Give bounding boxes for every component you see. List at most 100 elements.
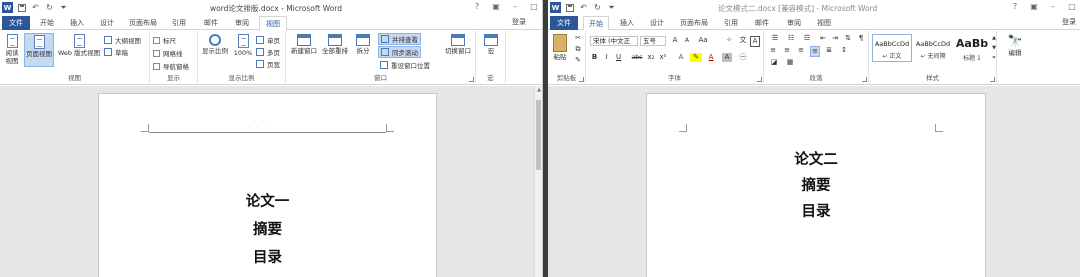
tab-page-layout[interactable]: 页面布局 — [675, 16, 713, 30]
character-shading-icon[interactable]: A — [722, 53, 732, 62]
align-right-icon[interactable]: ≡ — [796, 46, 806, 55]
grow-font-button[interactable]: A — [670, 36, 680, 45]
tab-design[interactable]: 设计 — [94, 16, 120, 30]
phonetic-guide-icon[interactable]: 文 — [738, 36, 748, 45]
undo-icon[interactable]: ↶ — [579, 3, 588, 12]
maximize-icon[interactable]: □ — [1067, 1, 1077, 13]
text-effects-icon[interactable]: A — [676, 53, 686, 62]
justify-icon[interactable]: ≡ — [810, 46, 820, 57]
font-launcher-icon[interactable] — [757, 77, 762, 82]
decrease-indent-icon[interactable]: ⇤ — [818, 34, 828, 43]
left-document-area[interactable]: ··· 论文一 摘要 目录 ▲ — [0, 86, 542, 277]
minimize-icon[interactable]: – — [510, 1, 520, 13]
gridlines-checkbox[interactable]: 网格线 — [153, 48, 183, 58]
tab-review[interactable]: 审阅 — [781, 16, 807, 30]
tab-review[interactable]: 审阅 — [229, 16, 255, 30]
sign-in-link[interactable]: 登录 — [1062, 17, 1076, 27]
customize-qat-icon[interactable]: ⏷ — [607, 3, 616, 12]
right-document-area[interactable]: 论文二 摘要 目录 — [548, 86, 1080, 277]
arrange-all-button[interactable]: 全部重排 — [320, 34, 350, 55]
left-vertical-scrollbar[interactable]: ▲ — [534, 86, 542, 277]
borders-icon[interactable]: ▦ — [784, 58, 796, 67]
align-left-icon[interactable]: ≡ — [768, 46, 778, 55]
shading-icon[interactable]: ◪ — [768, 58, 780, 67]
sign-in-link[interactable]: 登录 — [512, 17, 526, 27]
tab-page-layout[interactable]: 页面布局 — [125, 16, 161, 30]
ribbon-display-icon[interactable]: ▣ — [491, 1, 501, 13]
tab-view[interactable]: 视图 — [811, 16, 837, 30]
numbering-icon[interactable]: ☷ — [784, 34, 798, 43]
help-icon[interactable]: ? — [1010, 1, 1020, 13]
tab-mailings[interactable]: 邮件 — [749, 16, 775, 30]
redo-icon[interactable]: ↻ — [593, 3, 602, 12]
align-center-icon[interactable]: ≡ — [782, 46, 792, 55]
format-painter-icon[interactable]: ✎ — [573, 56, 583, 65]
page-width-button[interactable]: 页宽 — [256, 59, 280, 69]
switch-windows-button[interactable]: 切换窗口 — [442, 34, 474, 55]
help-icon[interactable]: ? — [472, 1, 482, 13]
sort-icon[interactable]: ⇅ — [842, 34, 854, 43]
font-size-select[interactable]: 五号 — [640, 36, 666, 46]
superscript-button[interactable]: x² — [658, 53, 668, 62]
view-side-by-side-button[interactable]: 并排查看 — [378, 33, 421, 45]
synchronous-scrolling-button[interactable]: 同步滚动 — [378, 46, 421, 58]
customize-qat-icon[interactable]: ⏷ — [59, 3, 68, 12]
reset-window-position-button[interactable]: 重设窗口位置 — [380, 60, 430, 70]
scroll-up-icon[interactable]: ▲ — [535, 86, 542, 94]
right-document-page[interactable]: 论文二 摘要 目录 — [646, 93, 986, 277]
left-document-page[interactable]: ··· 论文一 摘要 目录 — [98, 93, 437, 277]
tab-home[interactable]: 开始 — [583, 16, 609, 31]
maximize-icon[interactable]: □ — [529, 1, 539, 13]
line-spacing-icon[interactable]: ↕ — [838, 46, 850, 55]
word-logo-icon[interactable]: W — [2, 2, 13, 13]
italic-button[interactable]: I — [602, 53, 611, 62]
print-layout-button[interactable]: 页面视图 — [24, 33, 54, 67]
styles-scroll-up-icon[interactable]: ▲ — [991, 34, 997, 43]
tab-file[interactable]: 文件 — [550, 16, 578, 30]
highlight-color-icon[interactable]: ✎ — [690, 53, 702, 62]
editing-button[interactable]: 🔭 编辑 — [1004, 34, 1026, 57]
multiple-pages-button[interactable]: 多页 — [256, 47, 280, 57]
distributed-icon[interactable]: ≣ — [824, 46, 834, 55]
clear-formatting-icon[interactable]: ✧ — [724, 36, 734, 45]
bullets-icon[interactable]: ☰ — [768, 34, 782, 43]
word-logo-icon[interactable]: W — [550, 2, 561, 13]
change-case-button[interactable]: Aa — [696, 36, 710, 45]
copy-icon[interactable]: ⧉ — [573, 45, 583, 54]
enclose-characters-icon[interactable]: ㊀ — [738, 53, 748, 62]
tab-references[interactable]: 引用 — [166, 16, 192, 30]
minimize-icon[interactable]: – — [1048, 1, 1058, 13]
tab-mailings[interactable]: 邮件 — [198, 16, 224, 30]
style-no-spacing[interactable]: AaBbCcDd ↵ 无间隔 — [913, 34, 953, 62]
styles-scroll-down-icon[interactable]: ▼ — [991, 44, 997, 53]
cut-icon[interactable]: ✂ — [573, 34, 583, 43]
tab-file[interactable]: 文件 — [2, 16, 30, 30]
web-layout-button[interactable]: Web 版式视图 — [56, 34, 102, 57]
draft-button[interactable]: 草稿 — [104, 47, 128, 57]
one-page-button[interactable]: 单页 — [256, 35, 280, 45]
zoom-100-button[interactable]: 100% — [232, 34, 254, 57]
zoom-button[interactable]: 显示比例 — [200, 34, 230, 55]
scroll-thumb[interactable] — [536, 100, 541, 170]
split-button[interactable]: 拆分 — [352, 34, 374, 55]
underline-button[interactable]: U — [614, 53, 623, 62]
strikethrough-button[interactable]: abc — [630, 53, 644, 62]
tab-insert[interactable]: 插入 — [64, 16, 90, 30]
read-mode-button[interactable]: 阅读视图 — [2, 34, 22, 65]
save-icon[interactable] — [18, 3, 26, 12]
font-color-icon[interactable]: A — [706, 53, 716, 62]
multilevel-list-icon[interactable]: ☲ — [800, 34, 814, 43]
macros-button[interactable]: 宏 — [480, 34, 502, 55]
redo-icon[interactable]: ↻ — [45, 3, 54, 12]
paragraph-launcher-icon[interactable] — [862, 77, 867, 82]
tab-insert[interactable]: 插入 — [614, 16, 640, 30]
save-icon[interactable] — [566, 3, 574, 12]
tab-view[interactable]: 视图 — [259, 16, 287, 31]
clipboard-launcher-icon[interactable] — [579, 77, 584, 82]
show-marks-icon[interactable]: ¶ — [856, 34, 866, 43]
window-group-launcher-icon[interactable] — [469, 77, 474, 82]
character-border-icon[interactable]: A — [750, 36, 760, 47]
bold-button[interactable]: B — [590, 53, 599, 62]
ruler-checkbox[interactable]: 标尺 — [153, 35, 176, 45]
style-normal[interactable]: AaBbCcDd ↵ 正文 — [872, 34, 912, 62]
